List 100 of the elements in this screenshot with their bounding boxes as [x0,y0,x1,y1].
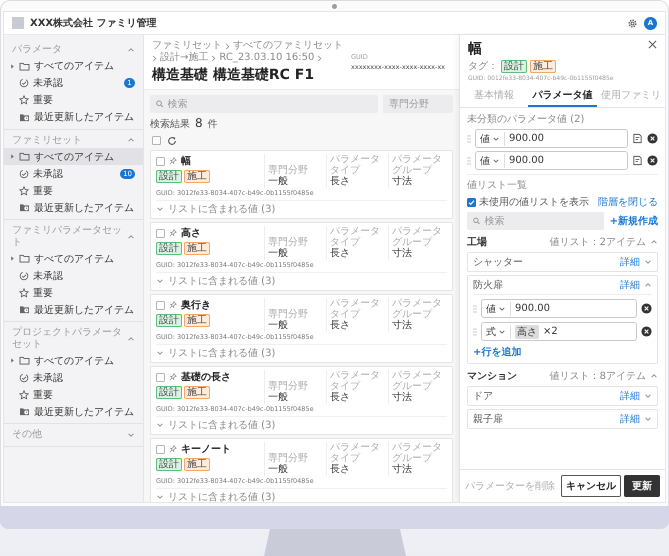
search-input[interactable]: 検索 [168,98,372,110]
list-values-toggle[interactable]: リストに含まれる値 (3) [168,490,276,502]
remove-icon[interactable] [647,133,658,144]
chevron-icon[interactable] [156,421,164,429]
value-field[interactable]: 値 900.00 [481,299,637,318]
tab[interactable]: パラメータ値 [528,84,597,107]
sidebar-item[interactable]: 重要 [4,92,143,108]
chevron-icon[interactable] [127,334,135,342]
sidebar-item[interactable]: すべてのアイテム [4,58,143,74]
pin-icon[interactable] [169,445,177,453]
chevron-icon[interactable] [127,46,135,54]
caret-icon[interactable] [10,256,15,261]
settings-icon[interactable] [627,18,638,28]
cancel-button[interactable]: キャンセル [561,475,621,497]
create-link[interactable]: +新規作成 [610,214,658,228]
update-button[interactable]: 更新 [624,475,660,497]
sidebar-item[interactable]: すべてのアイテム [4,250,143,267]
collapse-link[interactable]: 階層を閉じる [598,195,658,209]
list-values-toggle[interactable]: リストに含まれる値 (3) [168,274,276,288]
value-list-item[interactable]: シャッター 詳細 [467,252,658,272]
item-label: 重要 [33,184,54,198]
note-icon[interactable] [632,155,643,166]
value-field[interactable]: 値 900.00 [475,151,628,170]
sidebar-item[interactable]: すべてのアイテム [4,148,143,165]
page-title: 構造基礎 構造基礎RC F1 [152,66,316,84]
detail-link[interactable]: 詳細 [620,278,640,292]
pin-icon[interactable] [169,157,177,165]
breadcrumb-link[interactable]: RC_23.03.10 16:50 [219,52,314,64]
show-unused-checkbox[interactable] [467,198,476,206]
caret-icon[interactable] [10,154,15,159]
refresh-icon[interactable] [167,136,177,146]
chevron-icon[interactable] [156,277,164,285]
pin-icon[interactable] [169,229,177,237]
breadcrumb-link[interactable]: すべてのファミリセット [233,40,343,52]
sidebar-item[interactable]: すべてのアイテム [4,352,143,369]
list-values-toggle[interactable]: リストに含まれる値 (3) [168,346,276,360]
check-circle-icon [19,372,29,382]
sidebar-item[interactable]: 最近更新したアイテム [4,108,143,126]
chevron-icon[interactable] [644,392,652,400]
search-input[interactable]: 検索 [484,216,598,226]
remove-icon[interactable] [641,326,652,337]
sidebar-item[interactable]: 未承認 [4,369,143,386]
chevron-icon[interactable] [156,493,164,501]
checkbox-label: 未使用の値リストを表示 [479,196,589,209]
checkbox[interactable] [156,156,165,166]
value-list-item[interactable]: ドア 詳細 [467,386,658,406]
chevron-icon[interactable] [156,205,164,213]
add-row-link[interactable]: +行を追加 [473,345,522,359]
pin-icon[interactable] [169,301,177,309]
sidebar-item[interactable]: 重要 [4,284,143,301]
caret-icon[interactable] [10,358,15,363]
detail-link[interactable]: 詳細 [620,389,640,403]
value-list-item[interactable]: 防火扉 詳細 値 900.00 式 高さ ×2 +行を追加 [467,275,658,364]
chevron-icon[interactable] [644,415,652,423]
search-field[interactable]: 検索 [467,212,604,230]
breadcrumb-link[interactable]: ファミリセット [152,40,222,52]
checkbox[interactable] [156,372,165,382]
sidebar-item[interactable]: 最近更新したアイテム [4,199,143,216]
chevron-icon[interactable] [127,430,135,439]
checkbox[interactable] [156,228,165,238]
list-name: 防火扉 [473,278,503,292]
value-list-item[interactable]: 親子扉 詳細 [467,409,658,429]
chevron-icon[interactable] [644,281,652,289]
checkbox[interactable] [156,444,165,454]
pin-icon[interactable] [169,373,177,381]
value-field[interactable]: 式 高さ ×2 [481,322,637,341]
checkbox[interactable] [156,300,165,310]
type-select[interactable]: 式 [486,324,511,338]
list-values-toggle[interactable]: リストに含まれる値 (3) [168,202,276,216]
results-label: 検索結果 [150,118,190,131]
caret-icon[interactable] [10,64,15,68]
breadcrumb-link[interactable]: 設計→施工 [160,52,208,64]
sidebar-item[interactable]: 重要 [4,182,143,199]
chevron-icon[interactable] [650,238,658,246]
sidebar-item[interactable]: 最近更新したアイテム [4,301,143,318]
field-value: 長さ [330,464,351,476]
search-field[interactable]: 検索 [150,95,378,113]
formula-token[interactable]: 高さ [515,324,539,338]
remove-icon[interactable] [641,303,652,314]
detail-link[interactable]: 詳細 [620,255,640,269]
sidebar-item[interactable]: 未承認 [4,267,143,284]
close-icon[interactable] [648,40,657,49]
sidebar-item[interactable]: 最近更新したアイテム [4,403,143,420]
chevron-icon[interactable] [127,136,135,144]
section-title: ファミリパラメータセット [12,225,123,248]
type-select[interactable]: 値 [480,132,505,146]
type-select[interactable]: 値 [480,154,505,168]
type-select[interactable]: 値 [486,302,511,316]
select-all-checkbox[interactable] [152,136,161,145]
sidebar-item[interactable]: 重要 [4,386,143,403]
detail-link[interactable]: 詳細 [620,412,640,426]
list-values-toggle[interactable]: リストに含まれる値 (3) [168,418,276,432]
remove-icon[interactable] [647,155,658,166]
note-icon[interactable] [632,133,643,144]
value-field[interactable]: 値 900.00 [475,129,628,148]
chevron-icon[interactable] [156,349,164,357]
chevron-icon[interactable] [650,372,658,380]
chevron-icon[interactable] [644,258,652,266]
chevron-icon[interactable] [127,232,135,240]
field-label: 専門分野 [268,309,309,320]
